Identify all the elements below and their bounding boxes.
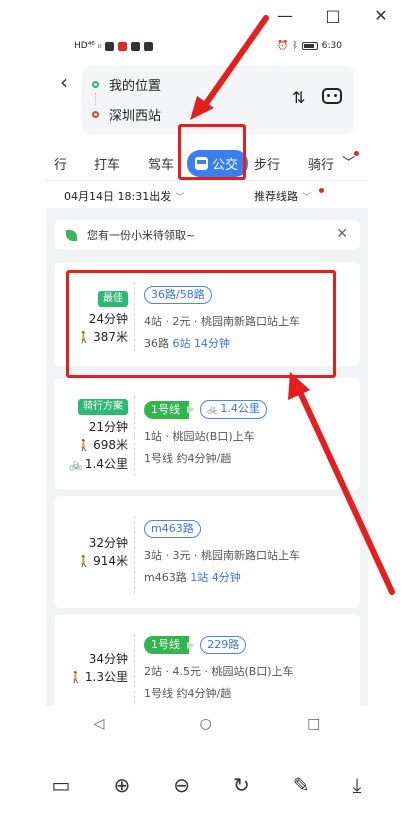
annotation-arrow (190, 15, 269, 120)
annotation-arrows (190, 15, 395, 595)
annotation-arrow (288, 372, 395, 595)
